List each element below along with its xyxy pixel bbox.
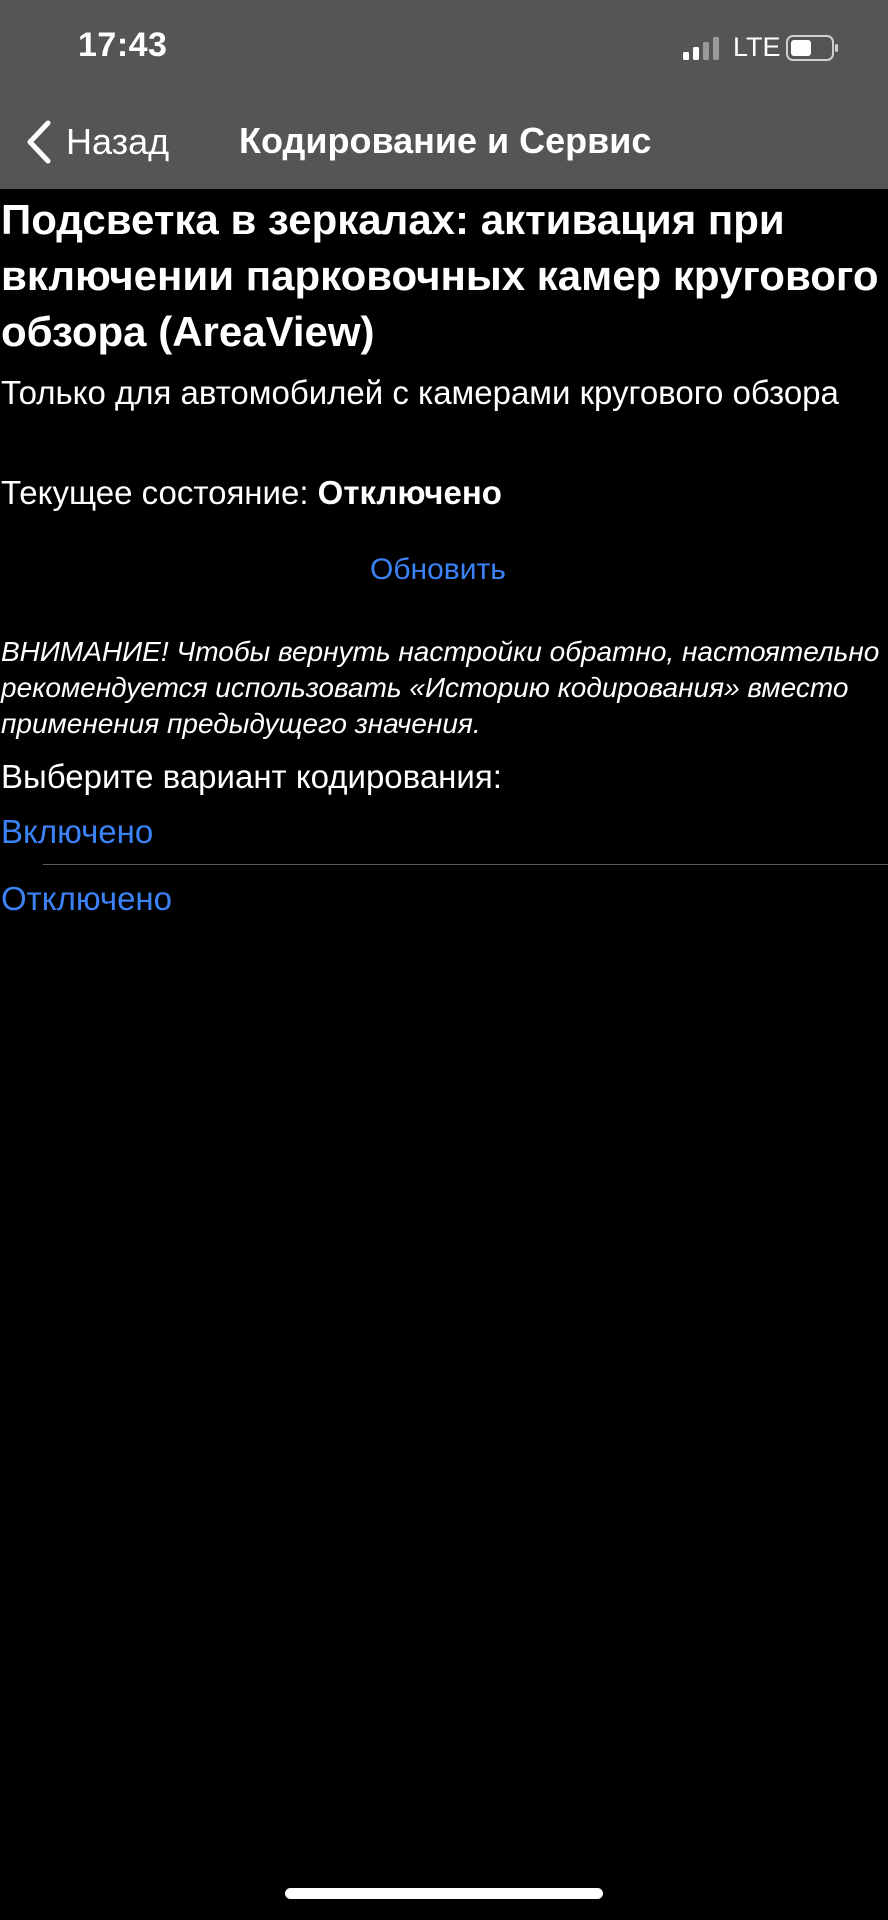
current-state-value: Отключено	[317, 474, 502, 511]
setting-title: Подсветка в зеркалах: активация при вклю…	[1, 196, 879, 355]
warning-text: ВНИМАНИЕ! Чтобы вернуть настройки обратн…	[1, 636, 880, 739]
status-time: 17:43	[78, 26, 168, 64]
option-enabled[interactable]: Включено	[1, 811, 153, 853]
divider	[43, 864, 888, 865]
cellular-signal-icon	[683, 37, 719, 60]
home-indicator[interactable]	[285, 1888, 603, 1899]
current-state: Текущее состояние: Отключено	[1, 472, 502, 514]
choose-option-label: Выберите вариант кодирования:	[1, 758, 502, 795]
battery-icon	[786, 35, 838, 61]
current-state-label: Текущее состояние:	[1, 474, 318, 511]
option-disabled[interactable]: Отключено	[1, 878, 172, 920]
back-button[interactable]: Назад	[26, 118, 169, 166]
refresh-button[interactable]: Обновить	[370, 553, 506, 587]
setting-subtitle: Только для автомобилей с камерами кругов…	[1, 374, 839, 411]
network-type: LTE	[733, 32, 781, 62]
header: 17:43 LTE Назад Кодирование и Сервис	[0, 0, 888, 189]
chevron-left-icon	[27, 120, 51, 164]
back-label: Назад	[66, 121, 170, 162]
page-title: Кодирование и Сервис	[239, 120, 652, 161]
